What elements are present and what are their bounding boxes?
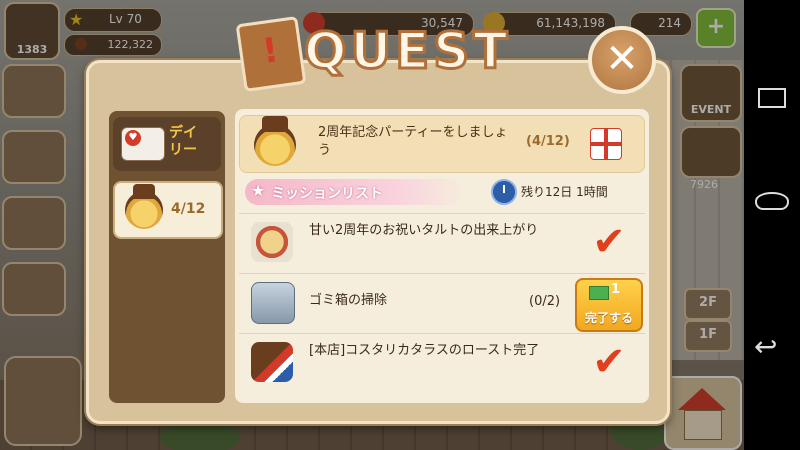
mission-row: ゴミ箱の掃除 (0/2) 1 完了する [239, 273, 645, 332]
quest-title: 2周年記念パーティーをしましょう [318, 125, 508, 158]
mission-text: 甘い2周年のお祝いタルトの出来上がり [309, 223, 539, 238]
mascot-hat [262, 116, 288, 133]
quest-panel: ♥ デイ リー 4/12 2周年記念パーティーをしましょう (4/12) ★ ミ… [86, 60, 670, 424]
quest-progress: (4/12) [526, 134, 570, 149]
quest-panel-inner: ♥ デイ リー 4/12 2周年記念パーティーをしましょう (4/12) ★ ミ… [107, 109, 649, 403]
tart-icon [251, 222, 293, 262]
mascot-hat [132, 184, 156, 199]
mission-list-banner: ★ ミッションリスト [245, 179, 465, 205]
android-navigation-bar: ↩ [744, 0, 800, 450]
tab-daily-label: デイ リー [169, 125, 197, 158]
mission-text: [本店]コスタリカタラスのロースト完了 [309, 343, 540, 358]
quest-book-icon: ! [235, 16, 307, 92]
mission-row: [本店]コスタリカタラスのロースト完了 ✔ [239, 333, 645, 392]
quest-header: 2周年記念パーティーをしましょう (4/12) [239, 115, 645, 173]
tab-daily[interactable]: ♥ デイ リー [113, 117, 221, 171]
mission-row: 甘い2周年のお祝いタルトの出来上がり ✔ [239, 213, 645, 272]
complete-cost: 1 [611, 282, 621, 297]
home-nav-icon[interactable] [755, 192, 789, 210]
exclamation-icon: ! [259, 30, 281, 72]
tab-anniversary[interactable]: 4/12 [113, 181, 223, 239]
recent-apps-icon[interactable] [758, 88, 786, 108]
quest-title-banner: QUEST [302, 21, 512, 82]
mission-list-label: ミッションリスト [271, 186, 383, 202]
gift-ribbon [591, 142, 621, 146]
gift-box-icon[interactable] [590, 128, 622, 160]
mission-text: ゴミ箱の掃除 [309, 293, 388, 308]
cash-icon [589, 286, 609, 300]
tab-anniversary-progress: 4/12 [171, 201, 206, 217]
complete-mission-button[interactable]: 1 完了する [575, 278, 643, 332]
stopwatch-hand [503, 185, 505, 193]
back-arrow-icon[interactable]: ↩ [754, 330, 777, 363]
checkmark-icon: ✔ [592, 219, 626, 265]
stopwatch-icon [491, 179, 517, 205]
cafe-mascot-icon [125, 184, 163, 229]
time-remaining: 残り12日 1時間 [521, 185, 608, 199]
star-icon: ★ [251, 181, 266, 200]
mission-count: (0/2) [529, 294, 561, 309]
heart-icon: ♥ [125, 130, 141, 146]
coffee-roast-icon [251, 342, 293, 382]
quest-tab-column: ♥ デイ リー 4/12 [109, 111, 225, 403]
trash-bin-icon [251, 282, 295, 324]
complete-label: 完了する [584, 311, 633, 325]
daily-heart-badge-icon: ♥ [121, 127, 165, 161]
quest-content: 2周年記念パーティーをしましょう (4/12) ★ ミッションリスト 残り12日… [235, 109, 649, 403]
cafe-mascot-icon [254, 116, 296, 166]
close-button[interactable]: ✕ [588, 26, 656, 94]
checkmark-icon: ✔ [592, 339, 626, 385]
